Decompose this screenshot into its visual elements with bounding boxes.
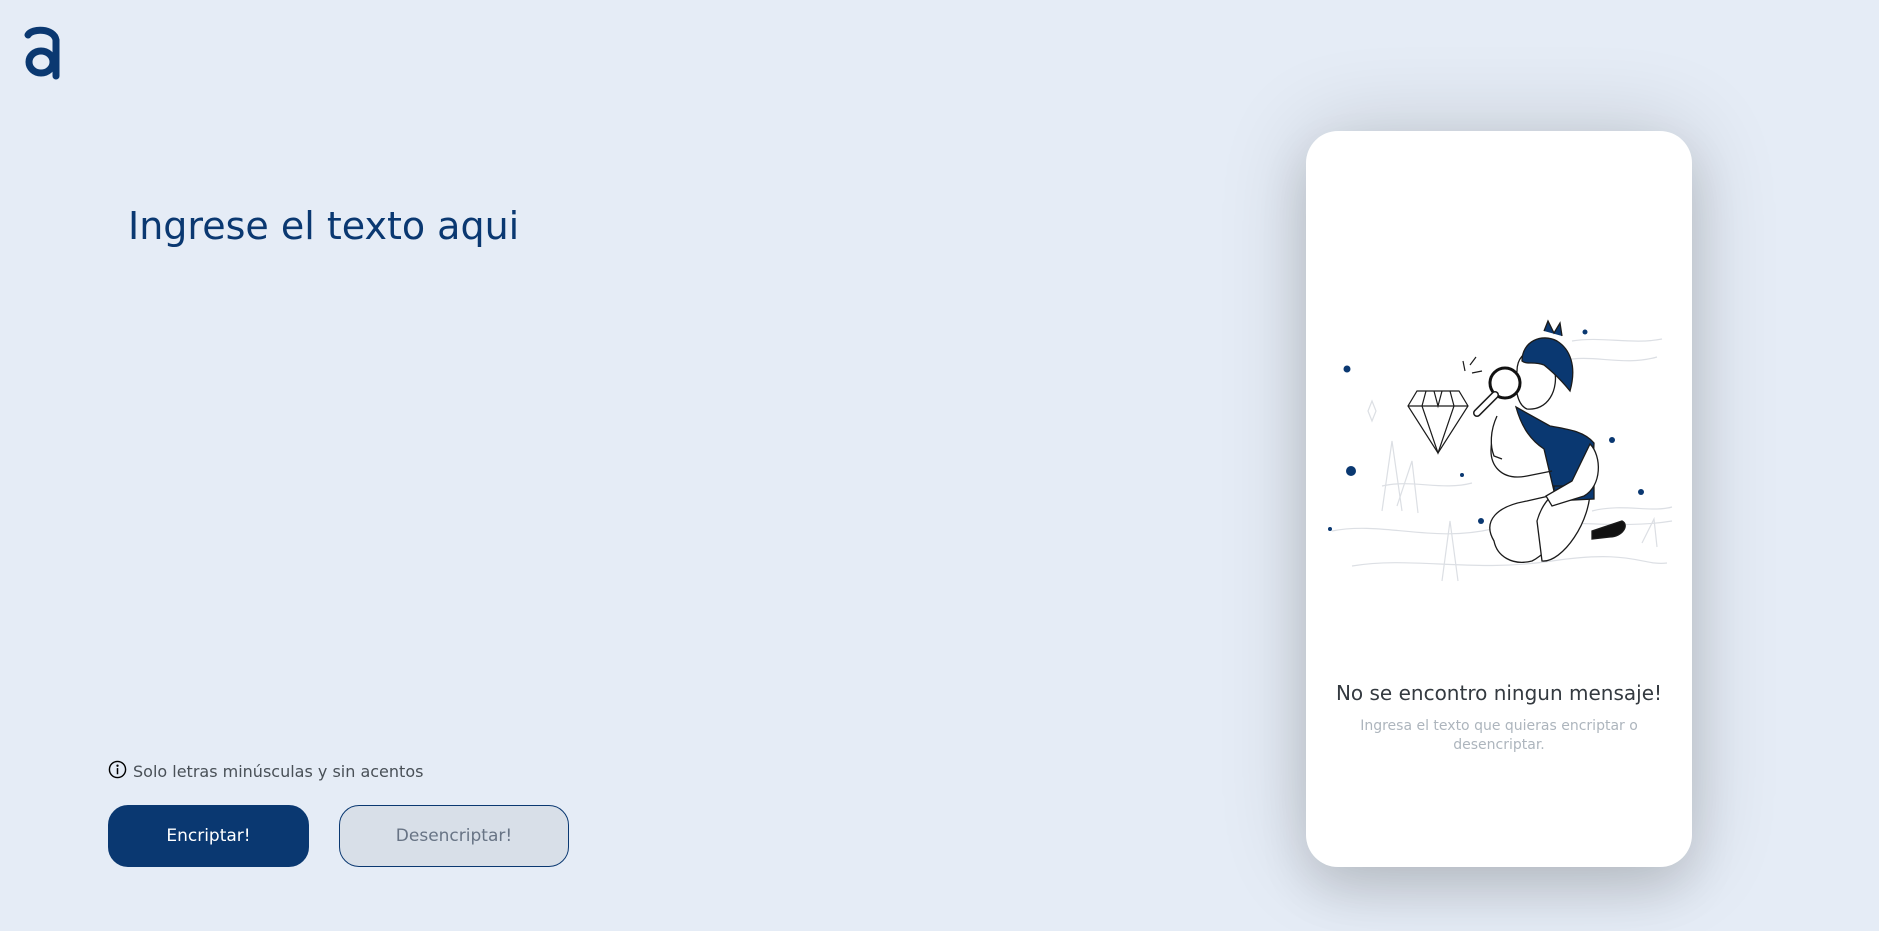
empty-state-title: No se encontro ningun mensaje!	[1335, 681, 1663, 705]
decrypt-button[interactable]: Desencriptar!	[339, 805, 569, 867]
app-page: Solo letras minúsculas y sin acentos Enc…	[0, 0, 1879, 931]
search-illustration	[1328, 319, 1673, 582]
output-panel: No se encontro ningun mensaje! Ingresa e…	[1306, 131, 1692, 867]
magnifier-icon	[1473, 366, 1522, 417]
input-hint: Solo letras minúsculas y sin acentos	[108, 760, 424, 781]
text-input[interactable]	[128, 200, 1028, 740]
hint-text: Solo letras minúsculas y sin acentos	[133, 762, 424, 781]
encrypt-button[interactable]: Encriptar!	[108, 805, 309, 867]
info-icon	[108, 760, 127, 779]
diamond-icon	[1407, 390, 1469, 455]
empty-state-subtitle: Ingresa el texto que quieras encriptar o…	[1360, 718, 1638, 753]
alura-a-logo-icon[interactable]	[24, 26, 64, 80]
